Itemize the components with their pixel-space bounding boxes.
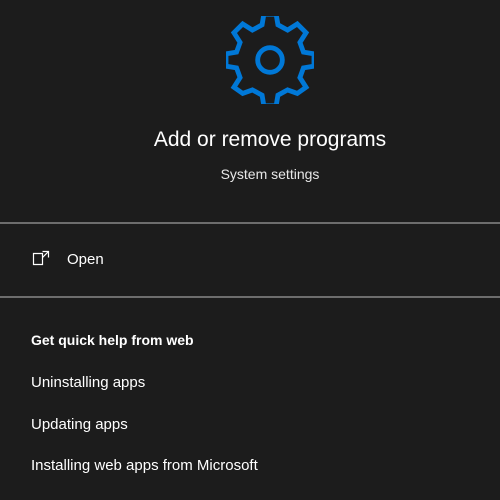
- help-link-updating-apps[interactable]: Updating apps: [31, 415, 128, 435]
- help-link-installing-web-apps[interactable]: Installing web apps from Microsoft: [31, 456, 258, 476]
- help-link-uninstalling-apps[interactable]: Uninstalling apps: [31, 373, 145, 393]
- open-label: Open: [67, 251, 104, 268]
- quick-help-heading: Get quick help from web: [31, 332, 194, 348]
- quick-help-section: Get quick help from web Uninstalling app…: [0, 298, 500, 500]
- app-subtitle: System settings: [220, 166, 320, 182]
- app-hero: Add or remove programs System settings: [0, 0, 500, 222]
- gear-icon: [226, 16, 314, 104]
- open-button[interactable]: Open: [0, 224, 500, 296]
- app-title: Add or remove programs: [153, 128, 387, 151]
- search-result-details-panel: Add or remove programs System settings O…: [0, 0, 500, 500]
- open-external-icon: [32, 250, 50, 266]
